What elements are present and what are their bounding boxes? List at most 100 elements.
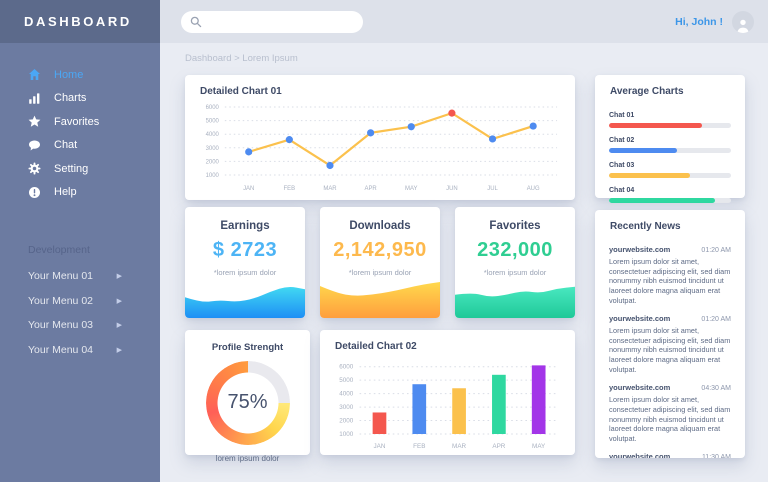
favorites-title: Favorites	[455, 220, 575, 232]
news-source-link[interactable]: yourwebsite.com	[609, 383, 670, 392]
svg-text:4000: 4000	[339, 391, 354, 398]
dev-item-label: Your Menu 02	[28, 295, 93, 307]
gear-icon	[28, 162, 41, 175]
dashboard-app: DASHBOARD HomeCharts Favorites Chat Setting…	[0, 0, 768, 482]
svg-text:4000: 4000	[206, 132, 220, 138]
sidebar-item-help[interactable]: Help	[0, 181, 160, 205]
news-item-header: yourwebsite.com11:30 AM	[609, 452, 731, 458]
dev-item-label: Your Menu 01	[28, 270, 93, 282]
sidebar-item-setting[interactable]: Setting	[0, 157, 160, 181]
sidebar-item-home[interactable]: Home	[0, 63, 160, 87]
sidebar-item-label: Favorites	[54, 116, 99, 128]
chat-icon	[28, 139, 41, 152]
news-item[interactable]: yourwebsite.com01:20 AMLorem ipsum dolor…	[609, 245, 731, 305]
news-item[interactable]: yourwebsite.com11:30 AMLorem ipsum dolor…	[609, 452, 731, 458]
progress-fill	[609, 148, 677, 153]
profile-strength-title: Profile Strenght	[185, 342, 310, 353]
sidebar-item-your-menu-01[interactable]: Your Menu 01 ▶	[0, 264, 160, 289]
star-icon	[28, 115, 41, 128]
dev-item-label: Your Menu 04	[28, 344, 93, 356]
sidebar-item-label: Help	[54, 186, 77, 198]
detailed-chart-02-title: Detailed Chart 02	[320, 330, 575, 352]
svg-text:JUN: JUN	[446, 186, 458, 192]
average-bar-row: Chat 04	[609, 187, 731, 203]
average-bar-row: Chat 02	[609, 137, 731, 153]
progress-fill	[609, 123, 702, 128]
recently-news-title: Recently News	[595, 210, 745, 232]
chevron-right-icon: ▶	[117, 346, 122, 354]
chevron-right-icon: ▶	[117, 272, 122, 280]
average-charts-title: Average Charts	[595, 75, 745, 97]
svg-text:5000: 5000	[206, 119, 220, 125]
average-bar-row: Chat 03	[609, 162, 731, 178]
svg-text:3000: 3000	[206, 146, 220, 152]
sidebar-item-your-menu-03[interactable]: Your Menu 03▶	[0, 313, 160, 338]
news-source-link[interactable]: yourwebsite.com	[609, 245, 670, 254]
dev-section-label: Development	[0, 244, 160, 256]
recently-news-card: Recently News yourwebsite.com01:20 AMLor…	[595, 210, 745, 458]
progress-track	[609, 123, 731, 128]
progress-track	[609, 173, 731, 178]
news-body-text: Lorem ipsum dolor sit amet, consectetuer…	[609, 395, 731, 443]
main-content: Dashboard > Lorem Ipsum Detailed Chart 0…	[160, 43, 768, 482]
favorites-note: *lorem ipsum dolor	[455, 268, 575, 277]
sidebar-item-charts[interactable]: Charts	[0, 87, 160, 111]
line-chart: 600050004000300020001000JANFEBMARAPRMAYJ…	[193, 99, 567, 203]
news-body-text: Lorem ipsum dolor sit amet, consectetuer…	[609, 326, 731, 374]
profile-strength-note: lorem ipsum dolor	[185, 454, 310, 463]
average-charts-rows: Chat 01 Chat 02 Chat 03 Chat 04	[595, 97, 745, 203]
news-item[interactable]: yourwebsite.com01:20 AM Lorem ipsum dolor…	[609, 314, 731, 374]
favorites-area-chart	[455, 278, 575, 318]
downloads-value: 2,142,950	[320, 239, 440, 262]
sidebar-item-your-menu-04[interactable]: Your Menu 04 ▶	[0, 338, 160, 363]
news-item-header: yourwebsite.com01:20 AM	[609, 314, 731, 323]
charts-icon	[28, 92, 41, 105]
progress-fill	[609, 173, 690, 178]
sidebar-item-your-menu-02[interactable]: Your Menu 02 ▶	[0, 289, 160, 314]
svg-text:1000: 1000	[206, 173, 220, 179]
svg-text:MAR: MAR	[452, 443, 467, 450]
svg-text:JAN: JAN	[374, 443, 386, 450]
svg-text:MAY: MAY	[405, 186, 417, 192]
search-input[interactable]	[208, 15, 354, 28]
svg-text:JUL: JUL	[487, 186, 498, 192]
sidebar: DASHBOARD HomeCharts Favorites Chat Setting…	[0, 0, 160, 482]
chevron-right-icon: ▶	[117, 297, 122, 305]
downloads-card: Downloads 2,142,950 *lorem ipsum dolor	[320, 207, 440, 318]
sidebar-item-favorites[interactable]: Favorites	[0, 110, 160, 134]
sidebar-dev-section: Development Your Menu 01▶Your Menu 02▶Yo…	[0, 244, 160, 362]
news-source-link[interactable]: yourwebsite.com	[609, 452, 670, 458]
svg-text:6000: 6000	[206, 105, 220, 111]
sidebar-item-chat[interactable]: Chat	[0, 134, 160, 158]
news-item[interactable]: yourwebsite.com 04:30 AM Lorem ipsum dolor…	[609, 383, 731, 443]
downloads-area-chart	[320, 278, 440, 318]
svg-text:1000: 1000	[339, 431, 354, 438]
detailed-chart-01-card: Detailed Chart 01 6000500040003000200010…	[185, 75, 575, 200]
news-list: yourwebsite.com01:20 AMLorem ipsum dolor…	[595, 232, 745, 458]
favorites-card: Favorites 232,000 *lorem ipsum dolor	[455, 207, 575, 318]
average-bar-label: Chat 01	[609, 112, 731, 119]
earnings-note: *lorem ipsum dolor	[185, 268, 305, 277]
app-title: DASHBOARD	[0, 0, 160, 43]
earnings-title: Earnings	[185, 220, 305, 232]
search-bar[interactable]	[181, 11, 363, 33]
news-item-header: yourwebsite.com 04:30 AM	[609, 383, 731, 392]
donut-percent-label: 75%	[206, 391, 290, 414]
chevron-right-icon: ▶	[117, 321, 122, 329]
user-avatar[interactable]	[732, 11, 754, 33]
news-timestamp: 04:30 AM	[701, 385, 731, 392]
sidebar-item-label: Setting	[54, 163, 88, 175]
downloads-title: Downloads	[320, 220, 440, 232]
news-source-link[interactable]: yourwebsite.com	[609, 314, 670, 323]
svg-text:AUG: AUG	[527, 186, 540, 192]
svg-text:MAY: MAY	[532, 443, 545, 450]
sidebar-menu: HomeCharts Favorites Chat Setting Help	[0, 63, 160, 204]
average-bar-row: Chat 01	[609, 112, 731, 128]
svg-text:2000: 2000	[206, 159, 220, 165]
svg-text:JAN: JAN	[243, 186, 254, 192]
user-greeting: Hi, John !	[675, 16, 723, 28]
svg-text:3000: 3000	[339, 404, 354, 411]
breadcrumb: Dashboard > Lorem Ipsum	[185, 53, 298, 64]
news-timestamp: 01:20 AM	[701, 247, 731, 254]
average-bar-label: Chat 03	[609, 162, 731, 169]
